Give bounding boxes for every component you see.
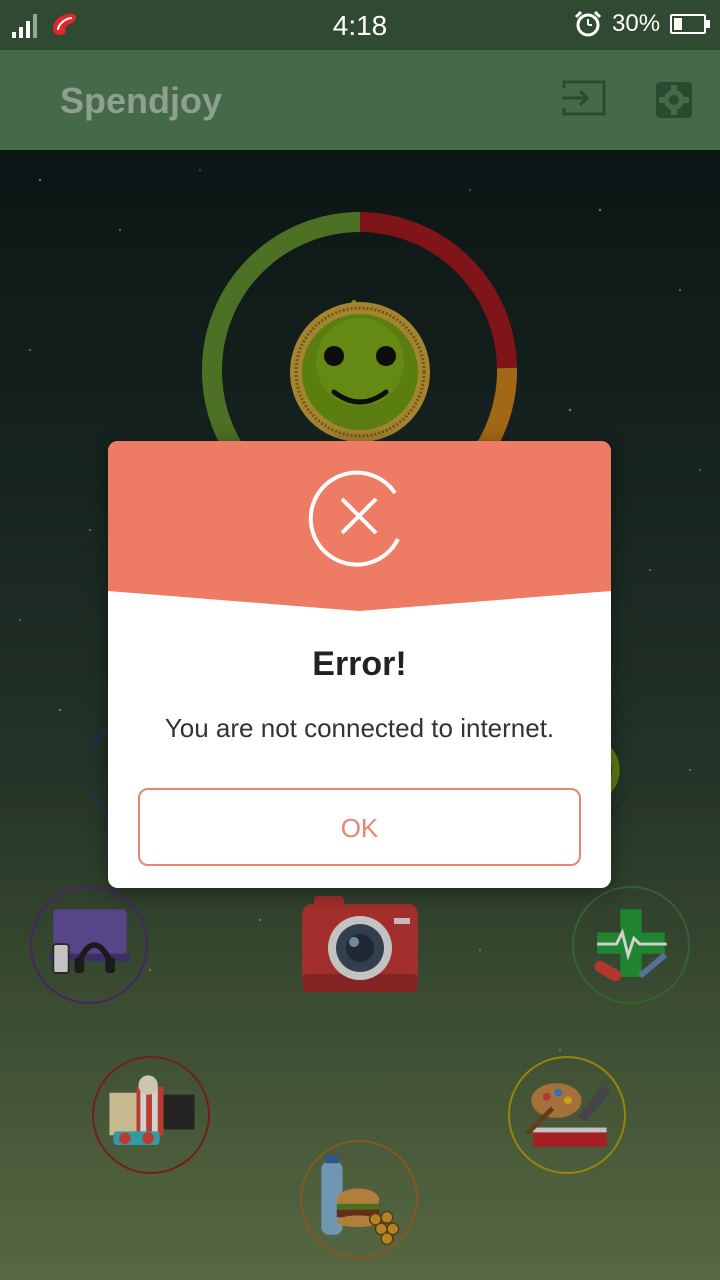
error-dialog: Error! You are not connected to internet… bbox=[108, 441, 611, 888]
battery-level bbox=[674, 18, 682, 30]
gear-icon[interactable] bbox=[654, 80, 694, 120]
dialog-header bbox=[108, 441, 611, 611]
app-title: Spendjoy bbox=[60, 80, 223, 121]
battery-icon bbox=[670, 14, 710, 34]
alarm-icon bbox=[574, 10, 602, 37]
dialog-message: You are not connected to internet. bbox=[164, 713, 555, 743]
app-bar: Spendjoy bbox=[0, 50, 720, 150]
battery-percent: 30% bbox=[612, 10, 661, 37]
dialog-title: Error! bbox=[312, 645, 407, 683]
status-bar: 4:18 30% bbox=[0, 0, 720, 50]
login-icon[interactable] bbox=[560, 78, 608, 118]
ok-button[interactable]: OK bbox=[138, 788, 581, 866]
